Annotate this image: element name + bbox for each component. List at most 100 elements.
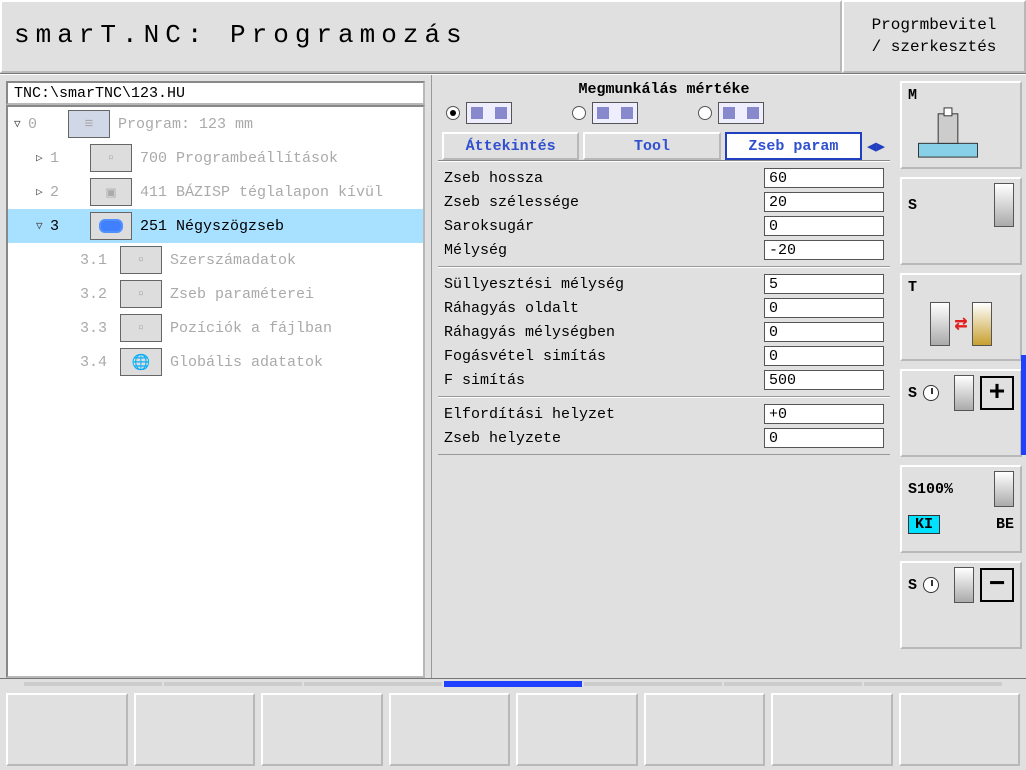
datum-icon: ▣ (90, 178, 132, 206)
param-row: Zseb helyzete (444, 426, 884, 450)
tab-pocket-param[interactable]: Zseb param (725, 132, 862, 160)
extent-icon-1 (466, 102, 512, 124)
page-segment[interactable] (584, 682, 722, 686)
tree-expander-icon[interactable]: ▽ (14, 117, 28, 131)
bottom-softkey[interactable] (389, 693, 511, 766)
be-label: BE (996, 516, 1014, 533)
tree-index: 0 (28, 116, 68, 133)
param-label: Elfordítási helyzet (444, 406, 764, 423)
tree-label: Zseb paraméterei (170, 286, 314, 303)
tree-item[interactable]: 3.2▫ Zseb paraméterei (8, 277, 423, 311)
tab-scroll-arrows[interactable]: ◀▶ (866, 137, 886, 156)
tree-item[interactable]: ▷1▫700 Programbeállítások (8, 141, 423, 175)
param-input[interactable] (764, 274, 884, 294)
param-row: Ráhagyás oldalt (444, 296, 884, 320)
softkey-s-label: S (908, 197, 917, 214)
param-label: Süllyesztési mélység (444, 276, 764, 293)
softkey-s-spindle[interactable]: S (900, 177, 1022, 265)
dial-icon-2 (923, 577, 939, 593)
tree-expander-icon[interactable]: ▷ (36, 151, 50, 165)
page-segment[interactable] (864, 682, 1002, 686)
param-input[interactable] (764, 346, 884, 366)
rect-icon (90, 212, 132, 240)
program-tree[interactable]: ▽0≡Program: 123 mm▷1▫700 Programbeállítá… (6, 105, 425, 678)
param-row: Ráhagyás mélységben (444, 320, 884, 344)
param-input[interactable] (764, 298, 884, 318)
bottom-softkey[interactable] (261, 693, 383, 766)
bottom-softkey[interactable] (899, 693, 1021, 766)
plus-icon: + (980, 376, 1014, 410)
param-row: Zseb hossza (444, 166, 884, 190)
tree-item[interactable]: 3.4🌐Globális adatatok (8, 345, 423, 379)
mode-line2: / szerkesztés (844, 36, 1024, 58)
bottom-softkey[interactable] (771, 693, 893, 766)
softkey-s100[interactable]: S100% KI BE (900, 465, 1022, 553)
bottom-softkey[interactable] (644, 693, 766, 766)
tree-item[interactable]: ▽3251 Négyszögzseb (8, 209, 423, 243)
param-row: Fogásvétel simítás (444, 344, 884, 368)
extent-icon-3 (718, 102, 764, 124)
mode-line1: Progrmbevitel (844, 14, 1024, 36)
tab-tool[interactable]: Tool (583, 132, 720, 160)
bottom-softkey[interactable] (516, 693, 638, 766)
param-input[interactable] (764, 428, 884, 448)
param-label: Ráhagyás oldalt (444, 300, 764, 317)
param-input[interactable] (764, 168, 884, 188)
param-tabs: Áttekintés Tool Zseb param ◀▶ (438, 132, 890, 161)
section-title: Megmunkálás mértéke (438, 81, 890, 98)
ki-button[interactable]: KI (908, 515, 940, 534)
tree-expander-icon[interactable]: ▷ (36, 185, 50, 199)
machining-extent-options (438, 102, 890, 124)
page-segment[interactable] (444, 681, 582, 687)
tab-overview[interactable]: Áttekintés (442, 132, 579, 160)
softkey-t-toolchange[interactable]: T ⇄ (900, 273, 1022, 361)
tree-expander-icon[interactable]: ▽ (36, 219, 50, 233)
softkey-s-plus[interactable]: S + (900, 369, 1022, 457)
param-input[interactable] (764, 370, 884, 390)
param-label: Mélység (444, 242, 764, 259)
page-segment[interactable] (724, 682, 862, 686)
param-row: F simítás (444, 368, 884, 392)
softkey-s-minus[interactable]: S − (900, 561, 1022, 649)
tree-index: 3.1 (80, 252, 120, 269)
prog-icon: ≡ (68, 110, 110, 138)
param-input[interactable] (764, 192, 884, 212)
param-input[interactable] (764, 404, 884, 424)
tree-item[interactable]: 3.3▫Pozíciók a fájlban (8, 311, 423, 345)
param-row: Saroksugár (444, 214, 884, 238)
page-segment[interactable] (24, 682, 162, 686)
tree-item[interactable]: ▽0≡Program: 123 mm (8, 107, 423, 141)
param-icon: ▫ (120, 280, 162, 308)
extent-option-1-radio[interactable] (446, 106, 460, 120)
tree-index: 3 (50, 218, 90, 235)
tree-index: 2 (50, 184, 90, 201)
softkey-m-machine[interactable]: M (900, 81, 1022, 169)
param-group: Süllyesztési mélység Ráhagyás oldalt Ráhag… (438, 267, 890, 397)
tool-left-icon (930, 302, 950, 346)
machine-icon (908, 104, 988, 163)
param-input[interactable] (764, 216, 884, 236)
param-label: Ráhagyás mélységben (444, 324, 764, 341)
toolchange-arrow-icon: ⇄ (954, 311, 967, 337)
param-row: Mélység (444, 238, 884, 262)
bottom-softkey[interactable] (134, 693, 256, 766)
param-input[interactable] (764, 240, 884, 260)
param-label: F simítás (444, 372, 764, 389)
extent-option-2-radio[interactable] (572, 106, 586, 120)
tree-label: Globális adatatok (170, 354, 323, 371)
param-input[interactable] (764, 322, 884, 342)
tree-item[interactable]: 3.1▫Szerszámadatok (8, 243, 423, 277)
tree-item[interactable]: ▷2▣411 BÁZISP téglalapon kívül (8, 175, 423, 209)
bottom-softkey[interactable] (6, 693, 128, 766)
extent-option-3-radio[interactable] (698, 106, 712, 120)
page-segment[interactable] (304, 682, 442, 686)
file-path: TNC:\smarTNC\123.HU (6, 81, 425, 105)
param-label: Saroksugár (444, 218, 764, 235)
spindle-tool-icon-4 (954, 567, 974, 603)
spindle-tool-icon-3 (994, 471, 1014, 507)
tree-index: 3.2 (80, 286, 120, 303)
page-segment[interactable] (164, 682, 302, 686)
tree-index: 3.3 (80, 320, 120, 337)
param-row: Elfordítási helyzet (444, 402, 884, 426)
param-label: Zseb hossza (444, 170, 764, 187)
